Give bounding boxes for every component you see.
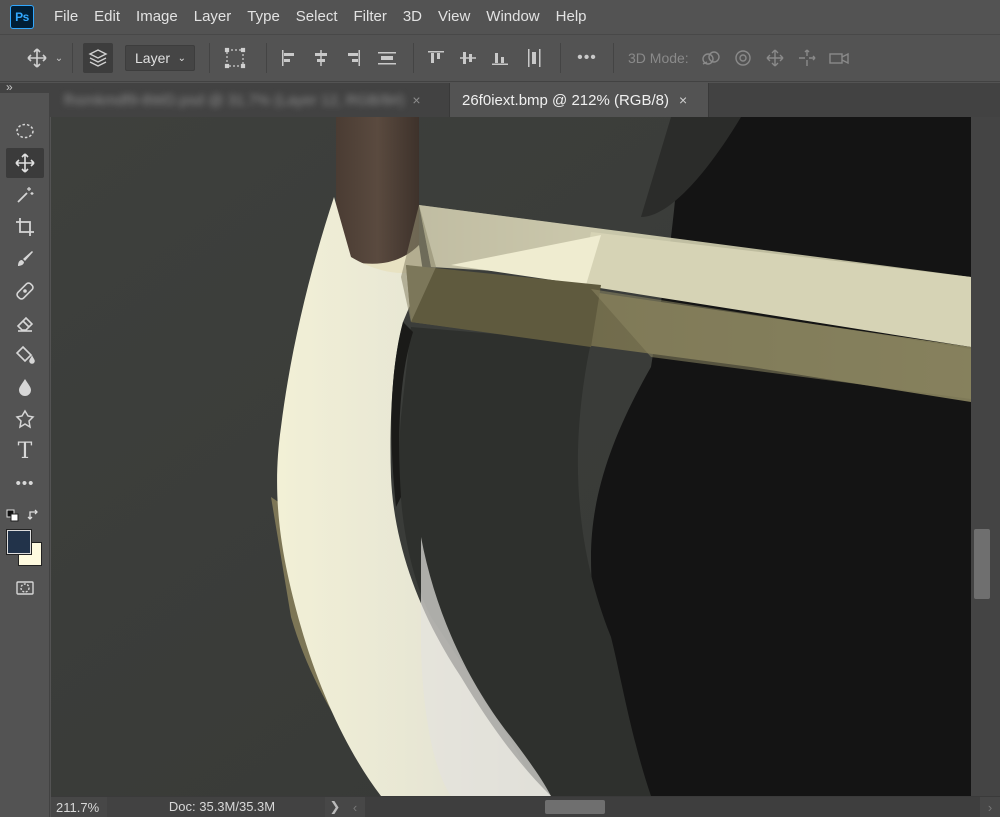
vertical-scroll-thumb[interactable] [974, 529, 990, 599]
tools-panel: T ••• [0, 93, 50, 817]
chevron-down-icon: ⌄ [177, 52, 186, 64]
paint-bucket-icon[interactable] [6, 340, 44, 370]
horizontal-scrollbar[interactable] [365, 797, 980, 817]
menu-image[interactable]: Image [128, 0, 186, 34]
3d-mode-label: 3D Mode: [628, 50, 689, 66]
menu-type[interactable]: Type [239, 0, 288, 34]
status-menu-arrow-icon[interactable]: ❯ [325, 799, 345, 815]
divider [413, 43, 414, 73]
status-bar: 211.7% Doc: 35.3M/35.3M ❯ ‹ › [51, 796, 1000, 817]
scroll-left-icon[interactable]: ‹ [345, 800, 365, 815]
puppet-warp-icon[interactable] [6, 404, 44, 434]
tab-label: 26f0iext.bmp @ 212% (RGB/8) [462, 91, 669, 109]
tab-label: fhsmkmdf9-8WD.psd @ 31.7% (Layer 12, RGB… [64, 91, 405, 109]
menu-edit[interactable]: Edit [86, 0, 128, 34]
document-tab-bar: fhsmkmdf9-8WD.psd @ 31.7% (Layer 12, RGB… [0, 83, 1000, 117]
3d-camera-icon[interactable] [823, 43, 855, 73]
3d-pan-icon[interactable] [759, 43, 791, 73]
scroll-right-icon[interactable]: › [980, 800, 1000, 815]
blur-icon[interactable] [6, 372, 44, 402]
auto-select-layers-icon[interactable] [83, 43, 113, 73]
options-bar: ⌄ Layer ⌄ ••• 3D Mode: [0, 34, 1000, 82]
menu-filter[interactable]: Filter [346, 0, 395, 34]
default-colors-icon[interactable] [6, 509, 20, 528]
menu-file[interactable]: File [46, 0, 86, 34]
tab-active-document[interactable]: 26f0iext.bmp @ 212% (RGB/8) × [449, 83, 709, 117]
chevron-down-icon[interactable]: ⌄ [52, 43, 66, 73]
divider [560, 43, 561, 73]
divider [613, 43, 614, 73]
3d-roll-icon[interactable] [727, 43, 759, 73]
close-icon[interactable]: × [679, 92, 687, 108]
align-right-edges-icon[interactable] [337, 43, 369, 73]
document-size-info: Doc: 35.3M/35.3M [107, 797, 325, 817]
divider [209, 43, 210, 73]
foreground-color-swatch[interactable] [6, 529, 32, 555]
align-vertical-centers-icon[interactable] [452, 43, 484, 73]
distribute-vertical-icon[interactable] [516, 43, 552, 73]
menu-view[interactable]: View [430, 0, 478, 34]
move-icon[interactable] [6, 148, 44, 178]
align-top-edges-icon[interactable] [420, 43, 452, 73]
horizontal-scroll-thumb[interactable] [545, 800, 605, 814]
zoom-level[interactable]: 211.7% [51, 800, 107, 815]
crop-icon[interactable] [6, 212, 44, 242]
align-horizontal-centers-icon[interactable] [305, 43, 337, 73]
distribute-icon[interactable] [369, 43, 405, 73]
divider [72, 43, 73, 73]
divider [266, 43, 267, 73]
menu-layer[interactable]: Layer [186, 0, 240, 34]
menu-window[interactable]: Window [478, 0, 547, 34]
close-icon[interactable]: × [412, 92, 420, 108]
align-left-edges-icon[interactable] [273, 43, 305, 73]
auto-select-value: Layer [135, 50, 171, 66]
elliptical-marquee-icon[interactable] [6, 116, 44, 146]
auto-select-dropdown[interactable]: Layer ⌄ [125, 45, 195, 71]
move-tool-preset-icon[interactable] [22, 43, 52, 73]
menu-help[interactable]: Help [548, 0, 595, 34]
vertical-scrollbar[interactable] [971, 117, 1000, 796]
tab-background-document[interactable]: fhsmkmdf9-8WD.psd @ 31.7% (Layer 12, RGB… [52, 83, 448, 117]
brush-icon[interactable] [6, 244, 44, 274]
3d-orbit-icon[interactable] [695, 43, 727, 73]
photoshop-logo[interactable]: Ps [10, 5, 34, 29]
3d-slide-icon[interactable] [791, 43, 823, 73]
show-transform-controls-icon[interactable] [220, 43, 250, 73]
magic-wand-icon[interactable] [6, 180, 44, 210]
swap-colors-icon[interactable] [27, 508, 41, 527]
menu-3d[interactable]: 3D [395, 0, 430, 34]
eraser-icon[interactable] [6, 308, 44, 338]
menu-bar: Ps File Edit Image Layer Type Select Fil… [0, 0, 1000, 34]
align-bottom-edges-icon[interactable] [484, 43, 516, 73]
more-options-icon[interactable]: ••• [567, 43, 607, 73]
more-tools-icon[interactable]: ••• [6, 468, 44, 498]
menu-select[interactable]: Select [288, 0, 346, 34]
document-canvas[interactable] [51, 117, 971, 796]
collapse-panel-icon[interactable]: » [6, 80, 13, 94]
canvas-image [51, 117, 971, 796]
quick-mask-icon[interactable] [6, 573, 44, 603]
healing-icon[interactable] [6, 276, 44, 306]
type-icon[interactable]: T [6, 436, 44, 466]
